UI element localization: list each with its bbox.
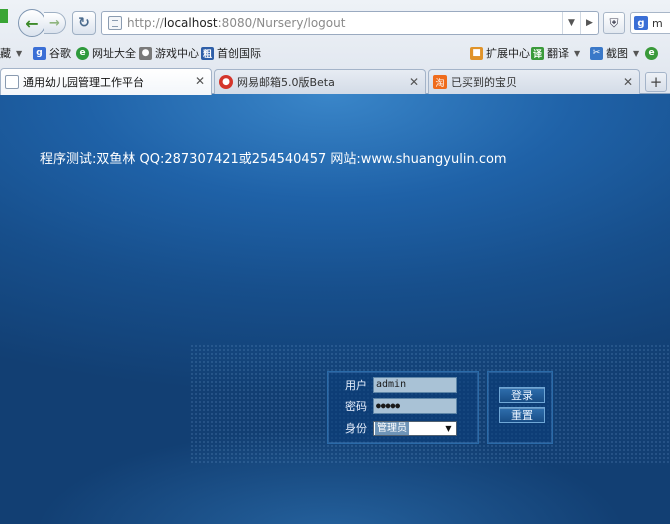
password-input[interactable]: ●●●●● <box>373 398 457 414</box>
gamepad-icon: ● <box>139 46 152 60</box>
bookmark-translate[interactable]: 译翻译 ▼ <box>531 45 580 61</box>
role-label: 身份 <box>345 422 367 435</box>
search-box[interactable]: g m <box>630 12 670 34</box>
bookmark-label: 翻译 <box>547 47 569 60</box>
chevron-down-icon: ▼ <box>16 48 23 58</box>
role-selected-value: 管理员 <box>375 421 409 435</box>
reload-icon: ↻ <box>78 15 90 31</box>
bookmark-label: 藏 <box>0 47 11 60</box>
url-path: :8080/Nursery/logout <box>217 16 346 30</box>
url-host: localhost <box>163 16 218 30</box>
password-label: 密码 <box>345 400 367 413</box>
login-actions: 登录 重置 <box>487 371 553 444</box>
tab-purchased-items[interactable]: 淘 已买到的宝贝 ✕ <box>428 69 640 94</box>
globe-icon: e <box>645 46 658 60</box>
bookmark-label: 扩展中心 <box>486 47 530 60</box>
arrow-right-icon: → <box>49 15 60 31</box>
close-icon[interactable]: ✕ <box>409 75 419 89</box>
username-label: 用户 <box>345 379 367 392</box>
bookmark-url-directory[interactable]: e 网址大全 <box>76 45 136 61</box>
bookmarks-bar: 藏 ▼ g 谷歌 e 网址大全 ● 游戏中心 粗首创国际 ■ 扩展中心 译翻译 ▼ ✂ 截图 ▼… <box>0 41 670 65</box>
shield-icon: ⛨ <box>609 15 619 30</box>
mail-icon: ● <box>219 75 233 89</box>
bookmark-extensions[interactable]: ■ 扩展中心 <box>470 45 530 61</box>
bookmark-label: 首创国际 <box>217 47 261 60</box>
tab-label: 通用幼儿园管理工作平台 <box>23 76 144 89</box>
navigation-bar: ← → ↻ http://localhost:8080/Nursery/logo… <box>0 0 670 40</box>
login-form: 用户 admin 密码 ●●●●● 身份 管理员 ▼ <box>327 371 479 444</box>
search-input[interactable]: m <box>652 17 663 30</box>
sidebar-toggle-icon[interactable] <box>0 9 8 23</box>
taobao-icon: 淘 <box>433 75 447 89</box>
password-row: 密码 ●●●●● <box>345 398 457 414</box>
go-button[interactable]: ▶ <box>580 12 598 34</box>
bookmark-google[interactable]: g 谷歌 <box>33 45 71 61</box>
close-icon[interactable]: ✕ <box>623 75 633 89</box>
bookmark-overflow[interactable]: e <box>645 45 661 61</box>
bookmark-brand[interactable]: 粗首创国际 <box>201 45 261 61</box>
tab-label: 网易邮箱5.0版Beta <box>237 76 335 89</box>
program-info-text: 程序测试:双鱼林 QQ:287307421或254540457 网站:www.s… <box>40 152 507 167</box>
tab-netease-mail[interactable]: ● 网易邮箱5.0版Beta ✕ <box>214 69 426 94</box>
reset-button[interactable]: 重置 <box>499 407 545 423</box>
url-input[interactable]: http://localhost:8080/Nursery/logout <box>127 16 562 30</box>
url-dropdown-button[interactable]: ▼ <box>562 12 580 34</box>
bookmark-game-center[interactable]: ● 游戏中心 <box>139 45 199 61</box>
translate-icon: 译 <box>531 46 544 60</box>
login-button[interactable]: 登录 <box>499 387 545 403</box>
search-engine-icon[interactable]: g <box>634 16 648 30</box>
bookmark-screenshot[interactable]: ✂ 截图 ▼ <box>590 45 639 61</box>
globe-icon: e <box>76 46 89 60</box>
plus-icon: + <box>649 73 663 91</box>
role-row: 身份 管理员 ▼ <box>345 420 457 436</box>
bookmark-label: 截图 <box>606 47 628 60</box>
chevron-down-icon: ▼ <box>568 18 575 28</box>
browser-chrome: ← → ↻ http://localhost:8080/Nursery/logo… <box>0 0 670 95</box>
address-bar[interactable]: http://localhost:8080/Nursery/logout ▼ ▶ <box>101 11 599 35</box>
tab-bar: 通用幼儿园管理工作平台 ✕ ● 网易邮箱5.0版Beta ✕ 淘 已买到的宝贝 … <box>0 67 670 95</box>
page-icon <box>5 75 19 89</box>
tab-label: 已买到的宝贝 <box>451 76 517 89</box>
page-icon <box>108 16 122 30</box>
chevron-down-icon: ▼ <box>574 48 581 58</box>
bookmark-label: 谷歌 <box>49 47 71 60</box>
close-icon[interactable]: ✕ <box>195 74 205 88</box>
username-row: 用户 admin <box>345 377 457 393</box>
cube-icon: ■ <box>470 46 483 60</box>
chevron-down-icon[interactable]: ▼ <box>442 422 455 434</box>
arrow-left-icon: ← <box>25 13 39 33</box>
bookmark-label: 游戏中心 <box>155 47 199 60</box>
reload-button[interactable]: ↻ <box>72 11 96 35</box>
g-icon: g <box>33 46 46 60</box>
page-content: 程序测试:双鱼林 QQ:287307421或254540457 网站:www.s… <box>0 94 670 524</box>
url-prefix: http:// <box>127 16 164 30</box>
back-button[interactable]: ← <box>18 9 46 37</box>
bookmark-favorites[interactable]: 藏 ▼ <box>0 45 22 61</box>
screenshot-icon: ✂ <box>590 46 603 60</box>
username-input[interactable]: admin <box>373 377 457 393</box>
security-button[interactable]: ⛨ <box>603 12 625 34</box>
tab-nursery-platform[interactable]: 通用幼儿园管理工作平台 ✕ <box>0 68 212 95</box>
role-select[interactable]: 管理员 ▼ <box>373 420 457 436</box>
brand-icon: 粗 <box>201 46 214 60</box>
forward-button[interactable]: → <box>44 12 66 34</box>
play-icon: ▶ <box>586 18 593 28</box>
new-tab-button[interactable]: + <box>645 72 667 92</box>
chevron-down-icon: ▼ <box>633 48 640 58</box>
bookmark-label: 网址大全 <box>92 47 136 60</box>
